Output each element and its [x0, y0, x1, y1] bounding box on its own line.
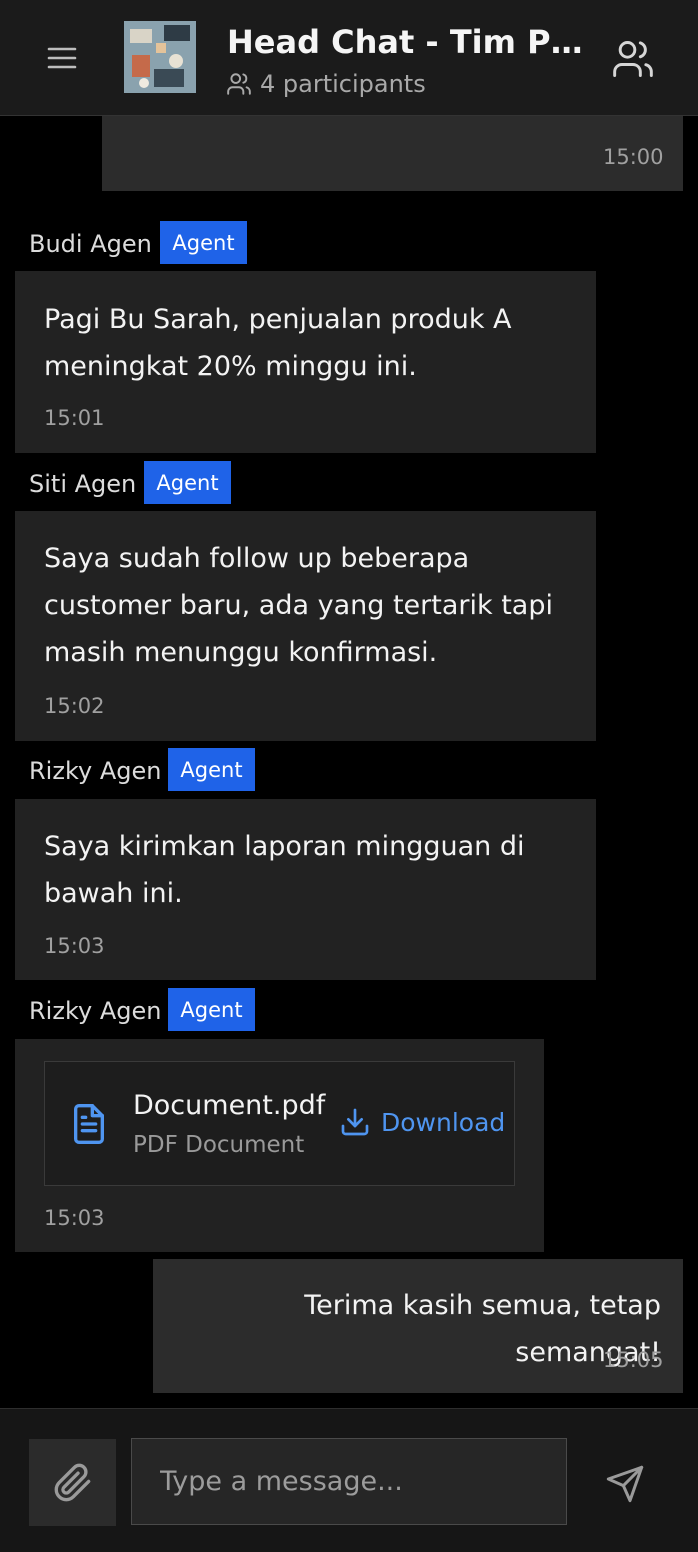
- group-avatar[interactable]: [124, 21, 196, 93]
- message-text: Pagi Bu Sarah, penjualan produk A mening…: [44, 304, 512, 382]
- paperclip-icon: [53, 1463, 93, 1503]
- download-button[interactable]: Download: [339, 1106, 505, 1138]
- role-badge: Agent: [168, 988, 255, 1031]
- role-badge: Agent: [144, 461, 231, 504]
- sender-name: Siti Agen: [29, 470, 137, 498]
- sender-name: Rizky Agen: [29, 757, 162, 785]
- send-icon: [605, 1464, 645, 1504]
- sender-name: Budi Agen: [29, 230, 152, 258]
- file-attachment-card[interactable]: Document.pdf PDF Document Download: [44, 1061, 515, 1186]
- sender-name: Rizky Agen: [29, 997, 162, 1025]
- participants-info[interactable]: 4 participants: [226, 70, 426, 98]
- message-time: 15:01: [44, 406, 105, 430]
- send-button[interactable]: [600, 1459, 650, 1509]
- participants-button[interactable]: [608, 34, 658, 84]
- message-time: 15:03: [44, 934, 105, 958]
- role-badge: Agent: [168, 748, 255, 791]
- own-message-bubble: Terima kasih semua, tetap semangat! 15:0…: [153, 1259, 683, 1393]
- participants-count: 4 participants: [260, 70, 426, 98]
- attach-button[interactable]: [29, 1439, 116, 1526]
- group-photo-icon: [124, 21, 196, 93]
- message-time: 15:05: [603, 1348, 664, 1372]
- participants-icon: [226, 71, 252, 97]
- message-input[interactable]: [131, 1438, 567, 1525]
- message-bubble: Pagi Bu Sarah, penjualan produk A mening…: [15, 271, 596, 453]
- message-text: Saya kirimkan laporan mingguan di bawah …: [44, 831, 525, 909]
- message-bubble: Saya kirimkan laporan mingguan di bawah …: [15, 799, 596, 980]
- menu-button[interactable]: [40, 36, 84, 80]
- message-bubble: Saya sudah follow up beberapa customer b…: [15, 511, 596, 741]
- file-type: PDF Document: [133, 1132, 305, 1158]
- users-icon: [611, 37, 655, 81]
- message-time: 15:03: [44, 1206, 105, 1230]
- document-icon: [69, 1102, 109, 1150]
- chat-header: Head Chat - Tim Penjualan 4 participants: [0, 0, 698, 116]
- download-icon: [339, 1106, 371, 1138]
- hamburger-icon: [47, 46, 77, 70]
- message-text: Saya sudah follow up beberapa customer b…: [44, 543, 553, 668]
- message-composer: [0, 1408, 698, 1552]
- file-name: Document.pdf: [133, 1090, 326, 1121]
- message-text: Terima kasih semua, tetap semangat!: [304, 1290, 661, 1368]
- chat-title: Head Chat - Tim Penjualan: [227, 23, 592, 61]
- message-time: 15:02: [44, 694, 105, 718]
- role-badge: Agent: [160, 221, 247, 264]
- message-time: 15:00: [603, 145, 664, 169]
- download-label: Download: [381, 1107, 506, 1137]
